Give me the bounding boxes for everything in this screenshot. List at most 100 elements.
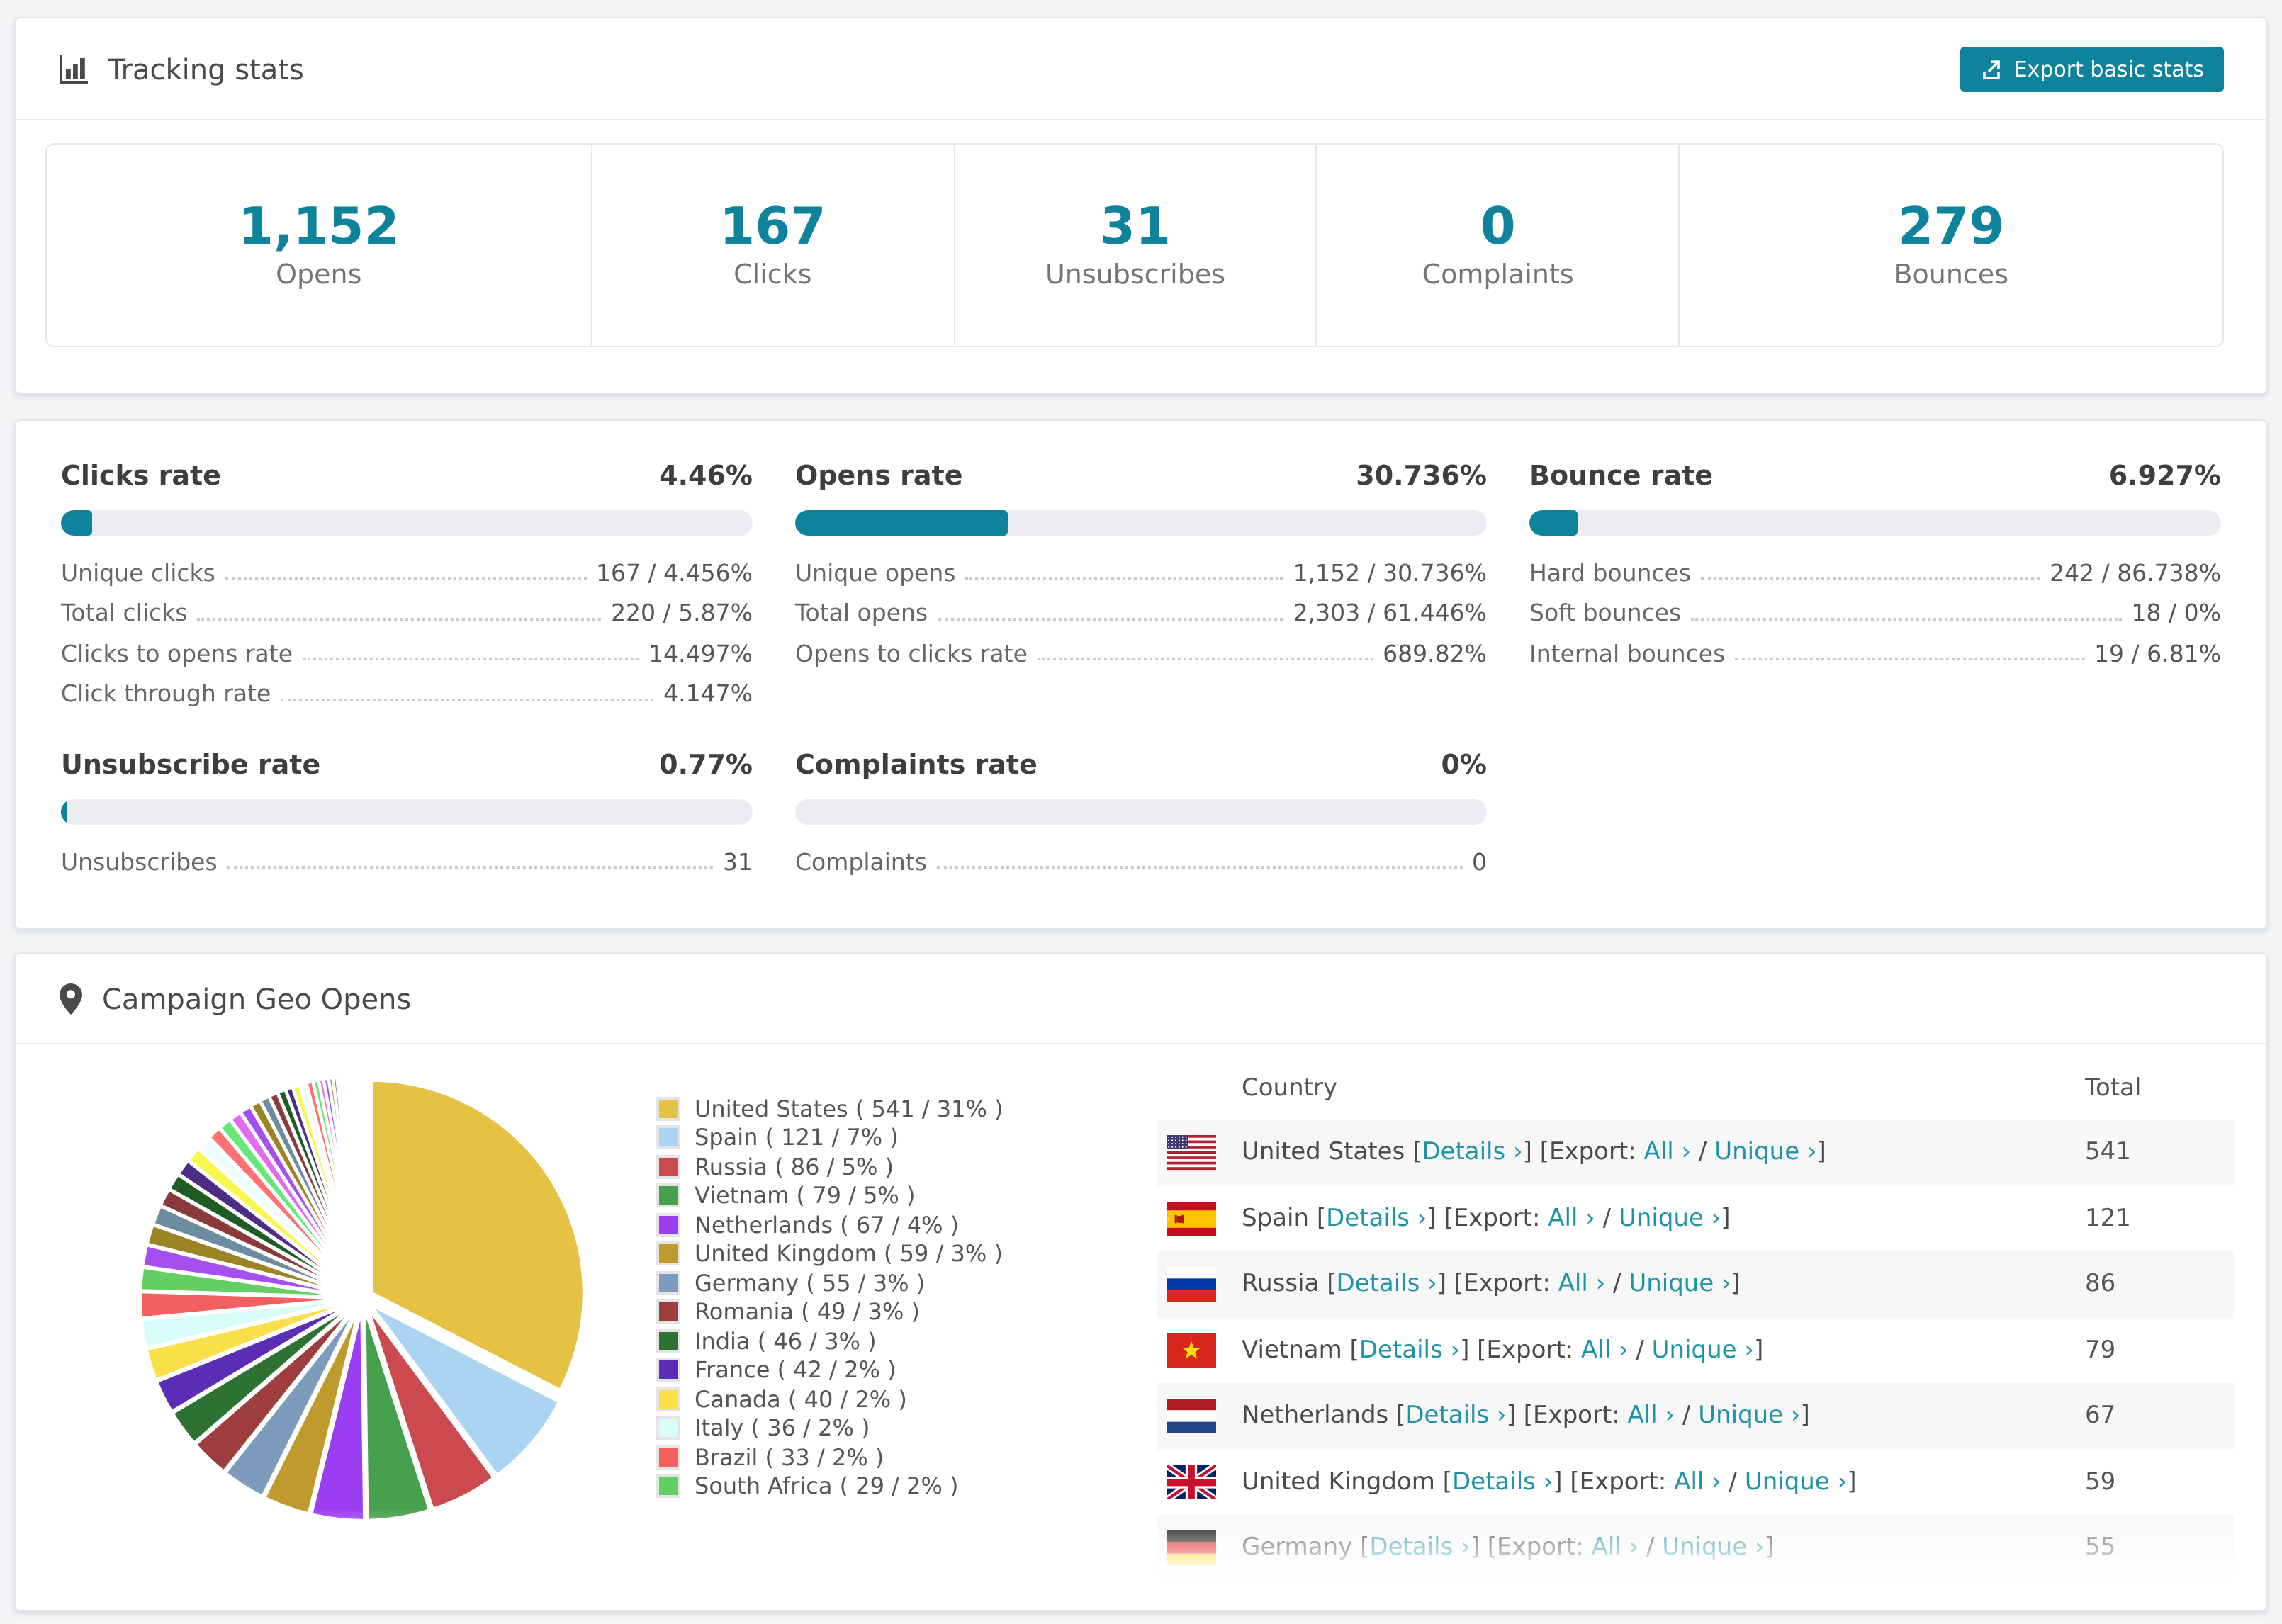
- export-unique-link[interactable]: Unique ›: [1629, 1270, 1731, 1299]
- legend-swatch: [656, 1387, 680, 1411]
- rate-row-label: Complaints: [795, 848, 927, 876]
- rate-row-label: Total clicks: [61, 599, 188, 627]
- export-all-link[interactable]: All ›: [1548, 1205, 1595, 1233]
- legend-label: Romania ( 49 / 3% ): [695, 1298, 921, 1326]
- country-cell: United Kingdom [Details ›] [Export: All …: [1242, 1468, 2085, 1496]
- details-link[interactable]: Details ›: [1369, 1534, 1470, 1562]
- bracket: ]: [1764, 1533, 1774, 1562]
- country-column-header: Country: [1242, 1074, 1338, 1103]
- rate-row-value: 18 / 0%: [2131, 599, 2221, 627]
- legend-label: Russia ( 86 / 5% ): [695, 1153, 894, 1180]
- rate-row-label: Unique opens: [795, 559, 956, 587]
- clicks-rate-value: 4.46%: [659, 461, 753, 492]
- export-unique-link[interactable]: Unique ›: [1714, 1139, 1816, 1167]
- legend-swatch: [656, 1241, 680, 1266]
- stat-cell-opens: 1,152 Opens: [47, 145, 591, 346]
- dotted-leader: [227, 866, 713, 869]
- bracket: ] [Export:: [1470, 1533, 1592, 1562]
- export-all-link[interactable]: All ›: [1674, 1468, 1721, 1496]
- rate-row-label: Opens to clicks rate: [795, 640, 1028, 667]
- export-all-link[interactable]: All ›: [1558, 1270, 1606, 1299]
- details-link[interactable]: Details ›: [1336, 1270, 1437, 1299]
- details-link[interactable]: Details ›: [1422, 1139, 1522, 1167]
- geo-table-row: Netherlands [Details ›] [Export: All › /…: [1157, 1383, 2234, 1449]
- clicks-rate-section: Clicks rate 4.46% Unique clicks 167 / 4.456…: [61, 461, 753, 714]
- bracket: ] [Export:: [1437, 1270, 1558, 1299]
- stat-value: 167: [719, 198, 826, 256]
- details-link[interactable]: Details ›: [1405, 1402, 1506, 1431]
- bounce-rate-section: Bounce rate 6.927% Hard bounces 242 / 86.73…: [1529, 461, 2221, 714]
- complaints-rate-head: Complaints rate 0%: [795, 750, 1487, 781]
- separator: /: [1675, 1402, 1699, 1431]
- export-basic-stats-button[interactable]: Export basic stats: [1960, 46, 2224, 91]
- legend-swatch: [656, 1154, 680, 1179]
- tracking-stats-title: Tracking stats: [108, 52, 304, 86]
- stat-cell-complaints: 0 Complaints: [1315, 145, 1679, 346]
- legend-swatch: [656, 1096, 680, 1121]
- export-all-link[interactable]: All ›: [1581, 1336, 1629, 1365]
- geo-table-row: Germany [Details ›] [Export: All › / Uni…: [1157, 1515, 2234, 1581]
- details-link[interactable]: Details ›: [1326, 1205, 1427, 1233]
- clicks-rate-progress-bar: [61, 510, 753, 536]
- dotted-leader: [303, 658, 639, 661]
- bracket: ] [Export:: [1427, 1204, 1548, 1233]
- total-cell: 541: [2085, 1138, 2131, 1167]
- complaints-rate-progress-bar: [795, 799, 1487, 825]
- details-link[interactable]: Details ›: [1452, 1468, 1553, 1496]
- details-link[interactable]: Details ›: [1359, 1336, 1460, 1365]
- country-name: Germany: [1242, 1533, 1361, 1562]
- nl-flag-icon: [1167, 1399, 1216, 1433]
- legend-item: United States ( 541 / 31% ): [656, 1094, 1004, 1123]
- opens-rate-title: Opens rate: [795, 461, 963, 492]
- rate-row-label: Soft bounces: [1529, 599, 1682, 627]
- legend-label: Brazil ( 33 / 2% ): [695, 1443, 884, 1471]
- bracket: [: [1316, 1204, 1327, 1233]
- export-icon: [1980, 57, 2003, 80]
- rate-detail-row: Unique clicks 167 / 4.456%: [61, 553, 753, 593]
- rate-row-value: 4.147%: [663, 680, 753, 708]
- unsubscribe-rate-title: Unsubscribe rate: [61, 750, 321, 781]
- dotted-leader: [225, 577, 587, 580]
- bracket: ] [Export:: [1506, 1402, 1628, 1431]
- rate-row-label: Unsubscribes: [61, 848, 218, 876]
- export-all-link[interactable]: All ›: [1592, 1534, 1639, 1562]
- export-button-label: Export basic stats: [2013, 56, 2204, 81]
- legend-swatch: [656, 1474, 680, 1499]
- rate-row-value: 167 / 4.456%: [596, 559, 753, 587]
- country-name: United Kingdom: [1242, 1467, 1443, 1496]
- geo-table-row: Russia [Details ›] [Export: All › / Uniq…: [1157, 1251, 2234, 1317]
- export-unique-link[interactable]: Unique ›: [1652, 1336, 1754, 1365]
- rate-detail-row: Internal bounces 19 / 6.81%: [1529, 633, 2221, 674]
- export-unique-link[interactable]: Unique ›: [1662, 1534, 1764, 1562]
- rate-detail-row: Clicks to opens rate 14.497%: [61, 633, 753, 674]
- total-cell: 121: [2085, 1204, 2131, 1233]
- legend-item: Spain ( 121 / 7% ): [656, 1123, 1004, 1152]
- country-cell: United States [Details ›] [Export: All ›…: [1242, 1139, 2085, 1167]
- legend-item: Vietnam ( 79 / 5% ): [656, 1181, 1004, 1210]
- bracket: ]: [1731, 1270, 1741, 1299]
- legend-swatch: [656, 1358, 680, 1382]
- bounce-rate-head: Bounce rate 6.927%: [1529, 461, 2221, 492]
- export-unique-link[interactable]: Unique ›: [1698, 1402, 1800, 1431]
- country-cell: Vietnam [Details ›] [Export: All › / Uni…: [1242, 1336, 2085, 1365]
- rate-detail-row: Total opens 2,303 / 61.446%: [795, 593, 1487, 633]
- progress-fill: [61, 510, 92, 536]
- bracket: [: [1442, 1467, 1452, 1496]
- export-unique-link[interactable]: Unique ›: [1619, 1205, 1721, 1233]
- stat-value: 0: [1480, 198, 1516, 256]
- rate-detail-row: Opens to clicks rate 689.82%: [795, 633, 1487, 674]
- rate-detail-row: Hard bounces 242 / 86.738%: [1529, 553, 2221, 593]
- export-all-link[interactable]: All ›: [1628, 1402, 1675, 1431]
- rate-detail-row: Soft bounces 18 / 0%: [1529, 593, 2221, 633]
- stat-cell-bounces: 279 Bounces: [1678, 145, 2222, 346]
- opens-rate-head: Opens rate 30.736%: [795, 461, 1487, 492]
- export-unique-link[interactable]: Unique ›: [1745, 1468, 1847, 1496]
- complaints-rate-section: Complaints rate 0% Complaints 0: [795, 750, 1487, 882]
- export-all-link[interactable]: All ›: [1644, 1139, 1692, 1167]
- stat-value: 279: [1898, 198, 2005, 256]
- geo-opens-pie-chart: [138, 1073, 586, 1523]
- legend-item: Canada ( 40 / 2% ): [656, 1385, 1004, 1414]
- geo-table-row: Vietnam [Details ›] [Export: All › / Uni…: [1157, 1317, 2234, 1383]
- total-cell: 67: [2085, 1402, 2116, 1431]
- stat-label: Bounces: [1894, 259, 2008, 291]
